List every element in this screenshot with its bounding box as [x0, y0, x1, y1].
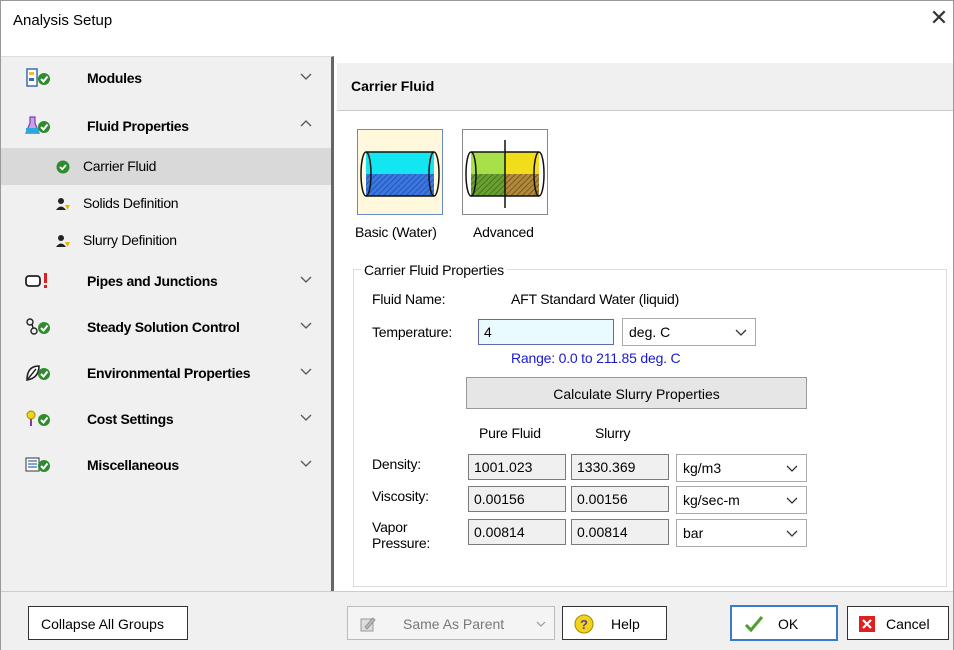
same-as-parent-label: Same As Parent — [403, 616, 505, 632]
advanced-label: Advanced — [473, 224, 534, 240]
pipe-water-icon — [360, 151, 440, 197]
chevron-down-icon — [300, 73, 312, 80]
group-fluid-properties[interactable]: Fluid Properties — [1, 105, 331, 149]
temperature-range: Range: 0.0 to 211.85 deg. C — [511, 350, 681, 366]
fluid-name-label: Fluid Name: — [372, 291, 446, 307]
collapse-all-groups-button[interactable]: Collapse All Groups — [28, 606, 188, 640]
group-label: Environmental Properties — [87, 365, 251, 381]
group-miscellaneous[interactable]: Miscellaneous — [1, 444, 331, 488]
sidebar: Modules Fluid Properties Carrier Fluid S… — [1, 56, 334, 591]
vapor-label-line1: Vapor — [372, 519, 408, 535]
chevron-down-icon — [786, 530, 798, 537]
chevron-down-icon — [300, 368, 312, 375]
help-label: Help — [611, 616, 640, 632]
sidebar-item-label: Slurry Definition — [83, 232, 177, 248]
misc-icon — [25, 457, 50, 472]
density-slurry-field: 1330.369 — [571, 454, 669, 480]
user-warning-icon — [56, 198, 70, 210]
sidebar-item-label: Solids Definition — [83, 195, 179, 211]
chevron-down-icon — [536, 621, 546, 627]
cancel-icon — [859, 616, 875, 632]
group-cost-settings[interactable]: Cost Settings — [1, 398, 331, 442]
edit-icon — [360, 617, 376, 632]
group-modules[interactable]: Modules — [1, 57, 331, 101]
group-environmental-properties[interactable]: Environmental Properties — [1, 352, 331, 396]
chevron-down-icon — [300, 414, 312, 421]
group-label: Miscellaneous — [87, 457, 179, 473]
chevron-down-icon — [300, 322, 312, 329]
bottom-bar: Collapse All Groups Same As Parent ? Hel… — [1, 591, 953, 650]
solution-icon — [26, 318, 50, 335]
sidebar-item-carrier-fluid[interactable]: Carrier Fluid — [1, 148, 331, 185]
temperature-input[interactable]: 4 — [478, 319, 614, 345]
viscosity-slurry-field: 0.00156 — [571, 486, 669, 512]
density-label: Density: — [372, 456, 421, 472]
ok-label: OK — [778, 616, 799, 632]
collapse-all-groups-label: Collapse All Groups — [41, 616, 164, 632]
fluid-name-value: AFT Standard Water (liquid) — [511, 291, 680, 307]
temperature-unit-value: deg. C — [629, 324, 671, 340]
leaf-icon — [26, 365, 50, 381]
viscosity-pure-field: 0.00156 — [468, 486, 566, 512]
advanced-button[interactable] — [462, 129, 548, 215]
window-title: Analysis Setup — [13, 12, 113, 29]
help-button[interactable]: ? Help — [562, 606, 667, 640]
group-title: Carrier Fluid Properties — [361, 262, 507, 278]
svg-text:?: ? — [580, 617, 588, 632]
pipe-advanced-icon — [465, 140, 545, 208]
chevron-down-icon — [300, 276, 312, 283]
help-icon: ? — [574, 614, 594, 634]
chevron-down-icon — [786, 465, 798, 472]
group-label: Fluid Properties — [87, 118, 189, 134]
pipe-icon — [25, 273, 47, 288]
vapor-label-line2: Pressure: — [372, 535, 431, 551]
basic-water-label: Basic (Water) — [355, 224, 437, 240]
vapor-pressure-slurry-field: 0.00814 — [571, 519, 669, 545]
vapor-pressure-unit-value: bar — [683, 525, 704, 541]
title-bar: Analysis Setup ✕ — [1, 1, 953, 41]
density-unit-value: kg/m3 — [683, 460, 722, 476]
ok-button[interactable]: OK — [730, 605, 838, 641]
pure-fluid-header: Pure Fluid — [479, 425, 541, 441]
group-label: Steady Solution Control — [87, 319, 240, 335]
viscosity-unit-value: kg/sec-m — [683, 492, 740, 508]
panel-header: Carrier Fluid — [337, 63, 953, 111]
viscosity-label: Viscosity: — [372, 488, 429, 504]
group-pipes-and-junctions[interactable]: Pipes and Junctions — [1, 260, 331, 304]
viscosity-unit-select[interactable]: kg/sec-m — [676, 486, 807, 514]
basic-water-button[interactable] — [357, 129, 443, 215]
cost-icon — [26, 410, 50, 426]
cancel-button[interactable]: Cancel — [847, 606, 949, 640]
panel-title: Carrier Fluid — [351, 78, 435, 94]
close-icon[interactable]: ✕ — [927, 7, 951, 31]
modules-icon — [26, 68, 50, 87]
chevron-down-icon — [735, 329, 747, 336]
temperature-label: Temperature: — [372, 324, 453, 340]
user-warning-icon — [56, 235, 70, 247]
group-label: Modules — [87, 70, 142, 86]
chevron-down-icon — [786, 497, 798, 504]
sidebar-item-slurry-definition[interactable]: Slurry Definition — [1, 222, 331, 259]
calculate-slurry-properties-button[interactable]: Calculate Slurry Properties — [466, 377, 807, 409]
checkmark-icon — [744, 616, 764, 633]
chevron-down-icon — [300, 460, 312, 467]
density-unit-select[interactable]: kg/m3 — [676, 454, 807, 482]
vapor-pressure-unit-select[interactable]: bar — [676, 519, 807, 547]
group-label: Pipes and Junctions — [87, 273, 218, 289]
flask-icon — [25, 116, 50, 134]
analysis-setup-window: Analysis Setup ✕ Modules Fluid Propertie… — [0, 0, 954, 650]
density-pure-field: 1001.023 — [468, 454, 566, 480]
sidebar-item-label: Carrier Fluid — [83, 158, 157, 174]
temperature-unit-select[interactable]: deg. C — [622, 318, 756, 346]
group-label: Cost Settings — [87, 411, 174, 427]
same-as-parent-dropdown[interactable]: Same As Parent — [347, 606, 555, 640]
sidebar-item-solids-definition[interactable]: Solids Definition — [1, 185, 331, 222]
group-steady-solution-control[interactable]: Steady Solution Control — [1, 306, 331, 350]
slurry-header: Slurry — [595, 425, 631, 441]
cancel-label: Cancel — [886, 616, 930, 632]
vapor-pressure-pure-field: 0.00814 — [468, 519, 566, 545]
check-circle-icon — [56, 160, 70, 174]
chevron-up-icon — [300, 120, 312, 127]
